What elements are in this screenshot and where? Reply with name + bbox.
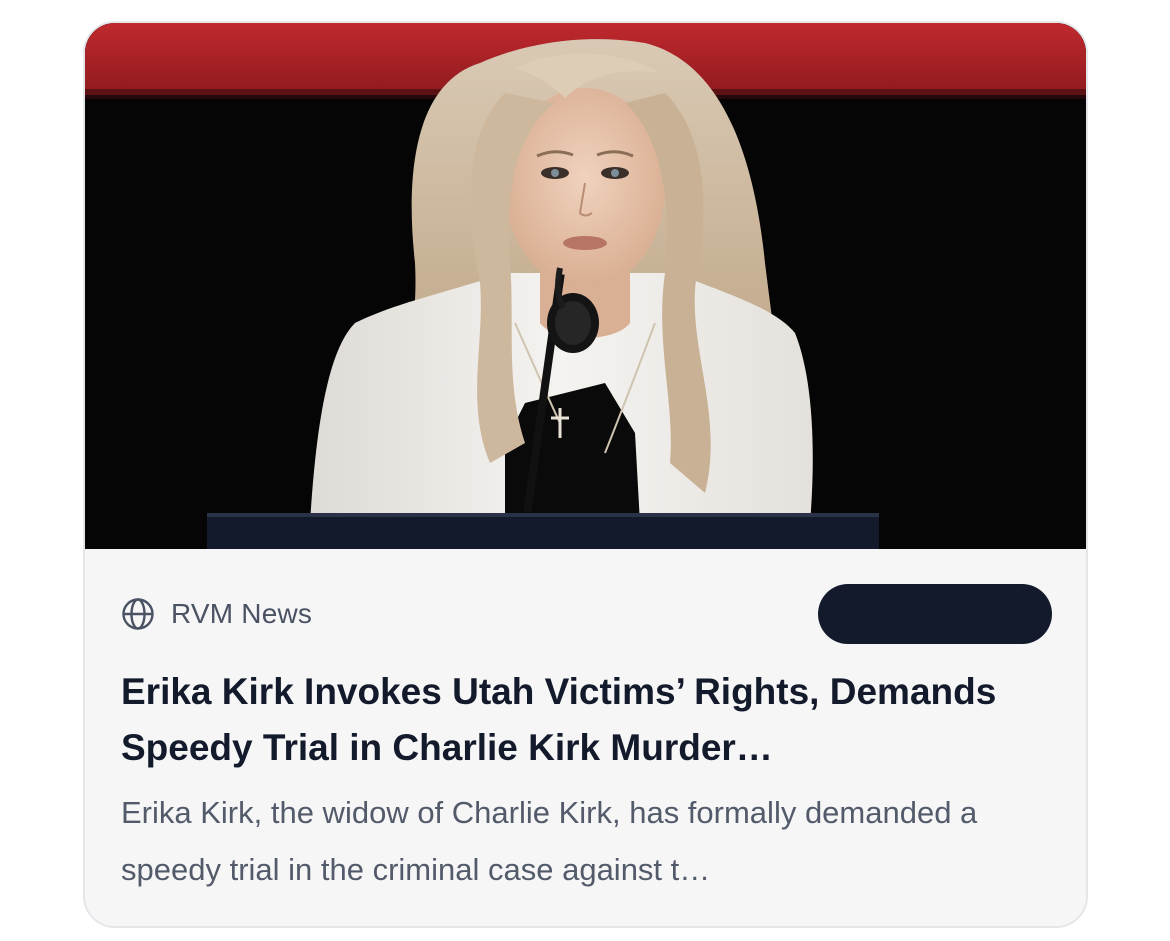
- action-button[interactable]: [818, 584, 1052, 644]
- source-row[interactable]: RVM News: [121, 597, 312, 631]
- article-image[interactable]: [85, 23, 1086, 549]
- article-content: RVM News Erika Kirk Invokes Utah Victims…: [85, 549, 1086, 926]
- article-headline[interactable]: Erika Kirk Invokes Utah Victims’ Rights,…: [121, 664, 1051, 776]
- source-name: RVM News: [171, 598, 313, 629]
- article-summary: Erika Kirk, the widow of Charlie Kirk, h…: [121, 795, 978, 887]
- globe-icon: [122, 598, 154, 630]
- news-card[interactable]: RVM News Erika Kirk Invokes Utah Victims…: [83, 21, 1088, 928]
